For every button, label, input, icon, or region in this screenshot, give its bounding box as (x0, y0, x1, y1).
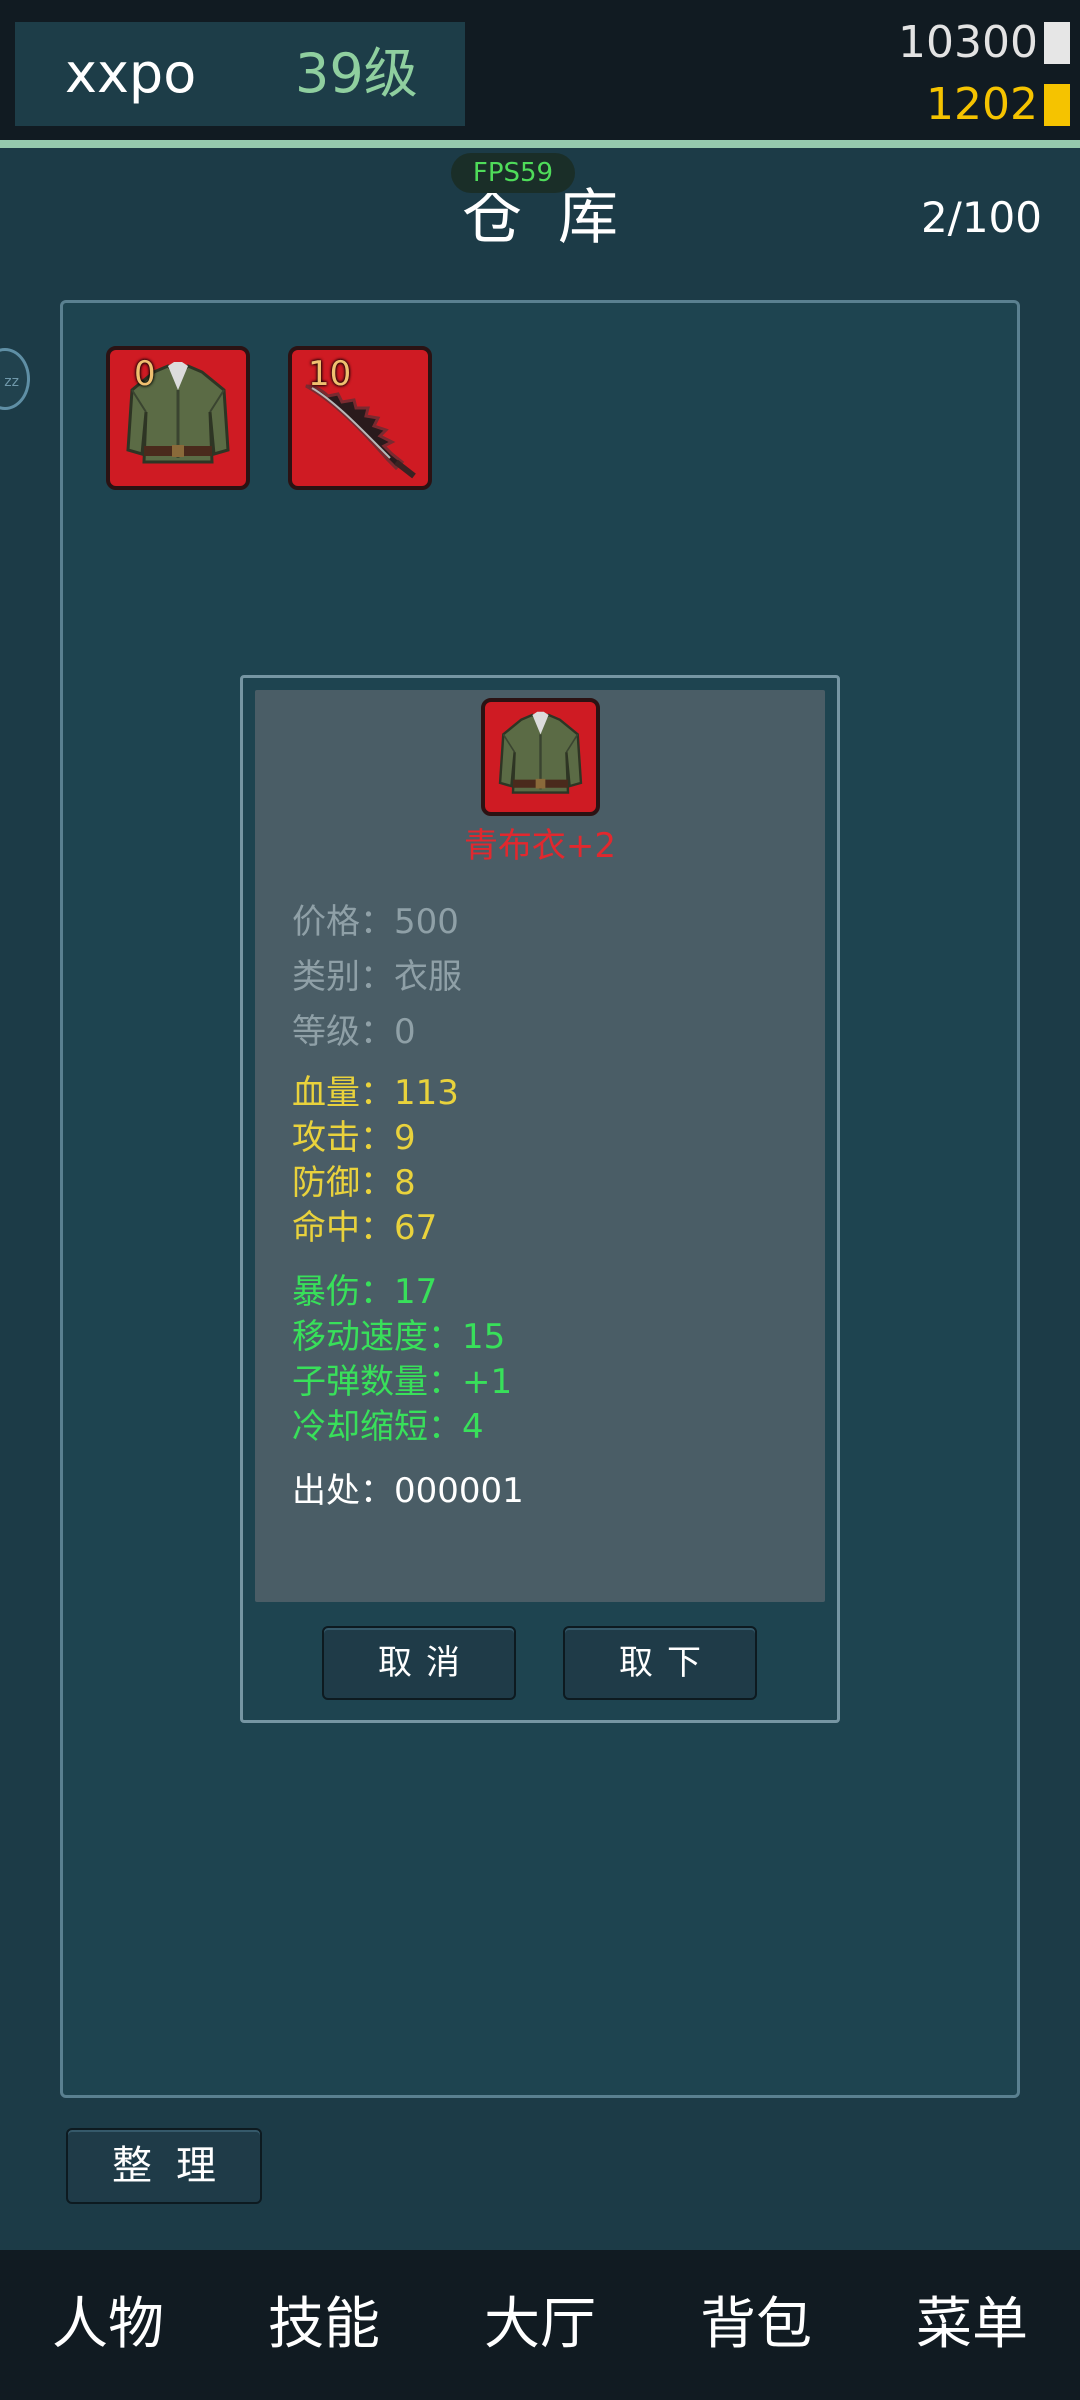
stat-value: 17 (394, 1272, 438, 1312)
fps-counter: FPS59 (451, 153, 575, 193)
stat-label: 血量： (292, 1073, 394, 1113)
stat-value: 0 (394, 1012, 416, 1052)
stat-value: 15 (462, 1317, 506, 1357)
stat-value: 衣服 (394, 957, 462, 997)
warehouse-slot[interactable]: 0 (106, 346, 250, 490)
nav-skills[interactable]: 技能 (224, 2290, 424, 2360)
player-level: 39级 (295, 42, 418, 105)
stat-value: 500 (394, 902, 459, 942)
stat-label: 子弹数量： (292, 1362, 462, 1402)
player-name: xxpo (65, 42, 197, 105)
gold-icon (1044, 84, 1070, 126)
stat-value: 4 (462, 1407, 484, 1447)
nav-character[interactable]: 人物 (8, 2290, 208, 2360)
stat-category: 类别：衣服 (292, 955, 462, 999)
stat-value: +1 (462, 1362, 513, 1402)
stat-crit-damage: 暴伤：17 (292, 1270, 437, 1314)
stat-value: 67 (394, 1208, 438, 1248)
nav-menu[interactable]: 菜单 (872, 2290, 1072, 2360)
stat-label: 冷却缩短： (292, 1407, 462, 1447)
nav-backpack[interactable]: 背包 (656, 2290, 856, 2360)
item-name: 青布衣+2 (463, 826, 617, 866)
stat-label: 出处： (292, 1471, 394, 1511)
stat-label: 攻击： (292, 1118, 394, 1158)
stat-cooldown: 冷却缩短：4 (292, 1405, 484, 1449)
stat-accuracy: 命中：67 (292, 1206, 437, 1250)
player-info[interactable]: xxpo 39级 (15, 22, 465, 126)
top-divider (0, 140, 1080, 148)
stat-label: 类别： (292, 957, 394, 997)
sort-button[interactable]: 整理 (66, 2128, 262, 2204)
detail-item-slot (481, 698, 600, 816)
stat-label: 移动速度： (292, 1317, 462, 1357)
top-bar: xxpo 39级 10300 1202 (0, 0, 1080, 140)
stat-bullet-count: 子弹数量：+1 (292, 1360, 512, 1404)
stat-value: 9 (394, 1118, 416, 1158)
warehouse-slot[interactable]: 10 (288, 346, 432, 490)
stat-attack: 攻击：9 (292, 1116, 416, 1160)
stat-label: 暴伤： (292, 1272, 394, 1312)
stat-label: 价格： (292, 902, 394, 942)
slot-count: 10 (308, 354, 352, 394)
stat-value: 113 (394, 1073, 459, 1113)
stat-value: 000001 (394, 1471, 524, 1511)
stat-hp: 血量：113 (292, 1071, 459, 1115)
tunic-icon (126, 362, 230, 464)
silver-currency: 10300 (898, 18, 1070, 68)
stat-price: 价格：500 (292, 900, 459, 944)
sleep-button[interactable]: zz (0, 348, 30, 410)
stat-move-speed: 移动速度：15 (292, 1315, 505, 1359)
stat-level: 等级：0 (292, 1010, 416, 1054)
stat-defense: 防御：8 (292, 1161, 416, 1205)
bottom-nav: 人物 技能 大厅 背包 菜单 (0, 2250, 1080, 2400)
stat-label: 命中： (292, 1208, 394, 1248)
silver-amount: 10300 (898, 17, 1038, 68)
nav-lobby[interactable]: 大厅 (440, 2290, 640, 2360)
stat-label: 防御： (292, 1163, 394, 1203)
gold-amount: 1202 (926, 79, 1038, 130)
cancel-button[interactable]: 取消 (322, 1626, 516, 1700)
stat-source: 出处：000001 (292, 1469, 524, 1513)
remove-button[interactable]: 取下 (563, 1626, 757, 1700)
warehouse-screen: xxpo 39级 10300 1202 仓库 FPS59 2/100 zz 0 (0, 0, 1080, 2400)
silver-icon (1044, 22, 1070, 64)
tunic-icon (498, 711, 583, 794)
stat-label: 等级： (292, 1012, 394, 1052)
capacity-counter: 2/100 (920, 193, 1042, 242)
stat-value: 8 (394, 1163, 416, 1203)
slot-count: 0 (134, 354, 156, 394)
gold-currency: 1202 (926, 80, 1070, 130)
